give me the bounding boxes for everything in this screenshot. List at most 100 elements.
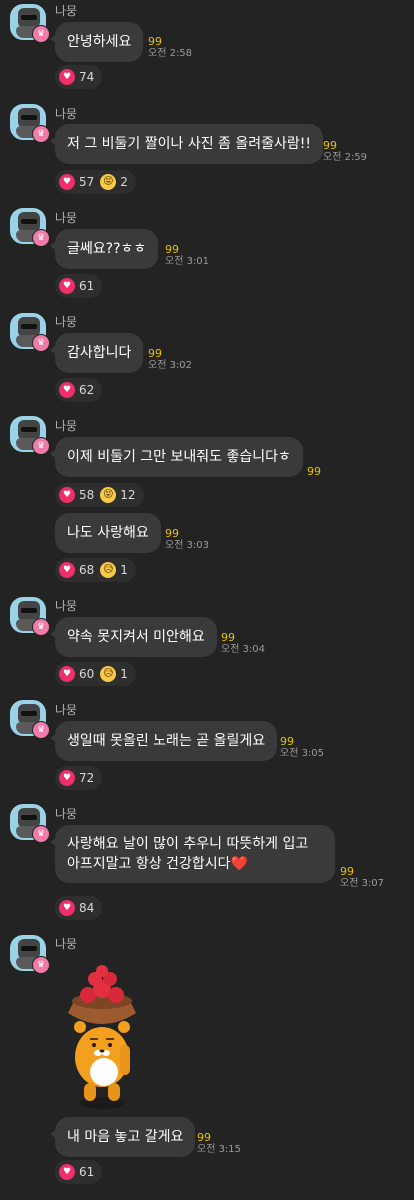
crown-badge-icon: ♛ bbox=[32, 334, 50, 352]
sender-name: 나뭉 bbox=[55, 107, 78, 121]
avatar[interactable]: ♛ bbox=[10, 4, 50, 43]
avatar[interactable]: ♛ bbox=[10, 104, 50, 143]
reaction-bar[interactable]: ♥ 57 😝 2 bbox=[55, 170, 136, 194]
like-count: 84 bbox=[79, 901, 95, 915]
reaction-bar[interactable]: ♥ 61 bbox=[55, 274, 103, 298]
message-time: 오전 2:58 bbox=[148, 48, 193, 59]
sender-name: 나뭉 bbox=[55, 807, 78, 821]
message-time: 오전 3:07 bbox=[340, 878, 385, 889]
crown-badge-icon: ♛ bbox=[32, 618, 50, 636]
avatar[interactable]: ♛ bbox=[10, 208, 50, 247]
heart-icon: ♥ bbox=[59, 487, 75, 503]
emoji-count: 12 bbox=[120, 488, 136, 502]
message-time: 오전 3:01 bbox=[165, 256, 210, 267]
message-bubble[interactable]: 나도 사랑해요 bbox=[55, 513, 161, 553]
message-bubble[interactable]: 이제 비둘기 그만 보내줘도 좋습니다ㅎ bbox=[50, 437, 303, 477]
message-time: 오전 3:15 bbox=[197, 1144, 242, 1155]
laughing-emoji-icon: 😝 bbox=[100, 487, 117, 503]
heart-icon: ♥ bbox=[59, 382, 75, 398]
reaction-bar[interactable]: ♥ 60 😥 1 bbox=[55, 662, 136, 686]
message-meta: 99 오전 3:02 bbox=[148, 348, 192, 372]
reaction-bar[interactable]: ♥ 61 bbox=[55, 1160, 103, 1184]
unread-count: 99 bbox=[340, 865, 354, 878]
message-time: 오전 3:05 bbox=[280, 748, 325, 759]
unread-count: 99 bbox=[148, 35, 162, 48]
avatar[interactable]: ♛ bbox=[10, 416, 50, 455]
reaction-bar[interactable]: ♥ 72 bbox=[55, 766, 103, 790]
crown-badge-icon: ♛ bbox=[32, 229, 50, 247]
message-meta: 99 오전 3:01 bbox=[165, 244, 209, 268]
reaction-bar[interactable]: ♥ 84 bbox=[55, 896, 103, 920]
reaction-bar[interactable]: ♥ 74 bbox=[55, 65, 103, 89]
like-count: 68 bbox=[79, 563, 95, 577]
reaction-bar[interactable]: ♥ 68 😥 1 bbox=[55, 558, 136, 582]
crown-badge-icon: ♛ bbox=[32, 721, 50, 739]
message-bubble[interactable]: 글쎄요??ㅎㅎ bbox=[49, 229, 159, 269]
avatar[interactable]: ♛ bbox=[10, 313, 50, 352]
heart-icon: ♥ bbox=[59, 770, 75, 786]
unread-count: 99 bbox=[307, 465, 321, 478]
sad-emoji-icon: 😥 bbox=[100, 562, 117, 578]
like-count: 57 bbox=[79, 175, 95, 189]
like-count: 60 bbox=[79, 667, 95, 681]
message-bubble[interactable]: 감사합니다 bbox=[49, 333, 144, 373]
message-bubble[interactable]: 약속 못지켜서 미안해요 bbox=[50, 617, 217, 657]
message-bubble[interactable]: 안녕하세요 bbox=[49, 22, 144, 62]
sender-name: 나뭉 bbox=[55, 419, 78, 433]
crown-badge-icon: ♛ bbox=[32, 437, 50, 455]
message-time: 오전 2:59 bbox=[323, 152, 368, 163]
message-meta: 99 오전 3:15 bbox=[197, 1132, 241, 1156]
unread-count: 99 bbox=[165, 527, 179, 540]
reaction-bar[interactable]: ♥ 58 😝 12 bbox=[55, 483, 144, 507]
crown-badge-icon: ♛ bbox=[32, 25, 50, 43]
message-meta: 99 bbox=[307, 466, 321, 478]
unread-count: 99 bbox=[165, 243, 179, 256]
unread-count: 99 bbox=[221, 631, 235, 644]
emoji-count: 1 bbox=[120, 667, 128, 681]
avatar[interactable]: ♛ bbox=[10, 804, 50, 843]
message-meta: 99 오전 3:03 bbox=[165, 528, 209, 552]
unread-count: 99 bbox=[148, 347, 162, 360]
emoji-count: 1 bbox=[120, 563, 128, 577]
sender-name: 나뭉 bbox=[55, 703, 78, 717]
avatar[interactable]: ♛ bbox=[10, 597, 50, 636]
heart-icon: ♥ bbox=[59, 666, 75, 682]
laughing-emoji-icon: 😝 bbox=[100, 174, 117, 190]
like-count: 61 bbox=[79, 279, 95, 293]
heart-icon: ♥ bbox=[59, 900, 75, 916]
crown-badge-icon: ♛ bbox=[32, 956, 50, 974]
like-count: 58 bbox=[79, 488, 95, 502]
crown-badge-icon: ♛ bbox=[32, 825, 50, 843]
message-meta: 99 오전 2:59 bbox=[323, 140, 367, 164]
message-meta: 99 오전 3:05 bbox=[280, 736, 324, 760]
unread-count: 99 bbox=[197, 1131, 211, 1144]
message-bubble[interactable]: 생일때 못올린 노래는 곧 올릴게요 bbox=[49, 721, 278, 761]
message-time: 오전 3:02 bbox=[148, 360, 193, 371]
avatar[interactable]: ♛ bbox=[10, 935, 50, 974]
message-meta: 99 오전 3:04 bbox=[221, 632, 265, 656]
like-count: 74 bbox=[79, 70, 95, 84]
heart-icon: ♥ bbox=[59, 562, 75, 578]
reaction-bar[interactable]: ♥ 62 bbox=[55, 378, 103, 402]
unread-count: 99 bbox=[323, 139, 337, 152]
sender-name: 나뭉 bbox=[55, 937, 78, 951]
emoji-count: 2 bbox=[120, 175, 128, 189]
like-count: 62 bbox=[79, 383, 95, 397]
message-bubble[interactable]: 저 그 비둘기 짤이나 사진 좀 올려줄사람!! bbox=[49, 124, 324, 164]
avatar[interactable]: ♛ bbox=[10, 700, 50, 739]
sender-name: 나뭉 bbox=[55, 315, 78, 329]
message-bubble[interactable]: 사랑해요 날이 많이 추우니 따뜻하게 입고 아프지말고 항상 건강합시다❤️ bbox=[50, 825, 335, 883]
message-bubble[interactable]: 내 마음 놓고 갈게요 bbox=[49, 1117, 196, 1157]
unread-count: 99 bbox=[280, 735, 294, 748]
message-time: 오전 3:03 bbox=[165, 540, 210, 551]
sender-name: 나뭉 bbox=[55, 4, 78, 18]
message-time: 오전 3:04 bbox=[221, 644, 266, 655]
message-meta: 99 오전 2:58 bbox=[148, 36, 192, 60]
like-count: 61 bbox=[79, 1165, 95, 1179]
sender-name: 나뭉 bbox=[55, 211, 78, 225]
heart-icon: ♥ bbox=[59, 1164, 75, 1180]
like-count: 72 bbox=[79, 771, 95, 785]
message-meta: 99 오전 3:07 bbox=[340, 866, 384, 890]
heart-icon: ♥ bbox=[59, 174, 75, 190]
ryan-sticker[interactable] bbox=[60, 965, 150, 1115]
